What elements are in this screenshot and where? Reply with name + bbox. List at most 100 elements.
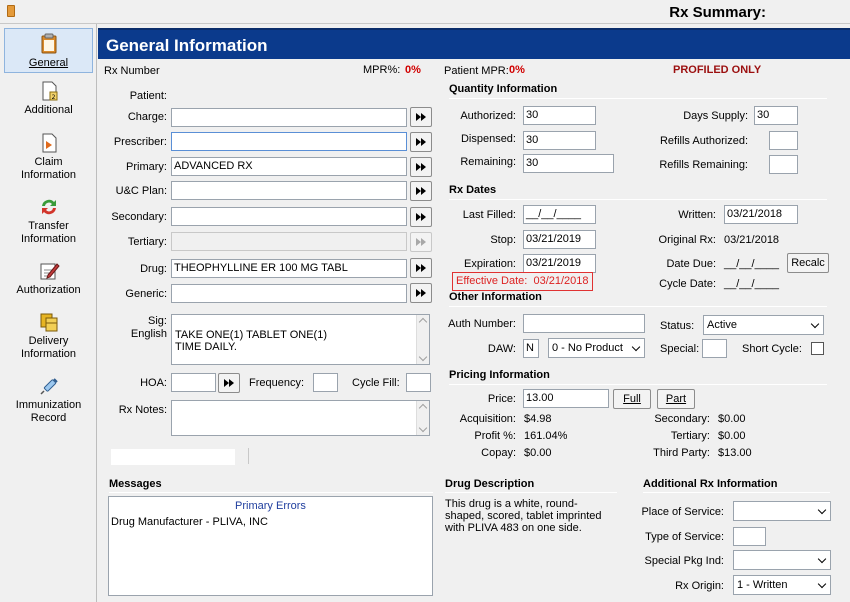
- sidebar-item-authorization[interactable]: Authorization: [4, 260, 93, 300]
- primary-input[interactable]: ADVANCED RX: [171, 157, 407, 176]
- chevron-down-icon: [810, 319, 820, 329]
- type-of-service-input[interactable]: [733, 527, 766, 546]
- refills-remaining-input[interactable]: [769, 155, 798, 174]
- third-party-value: $13.00: [718, 447, 752, 459]
- profiled-status: PROFILED ONLY: [673, 64, 762, 76]
- full-price-button[interactable]: Full: [613, 389, 651, 409]
- prescriber-input[interactable]: [171, 132, 407, 151]
- rx-notes-textarea[interactable]: [171, 400, 430, 436]
- dispensed-input[interactable]: 30: [523, 131, 596, 150]
- rx-origin-select[interactable]: 1 - Written: [733, 575, 831, 595]
- sidebar-item-delivery-information[interactable]: Delivery Information: [4, 311, 93, 363]
- effective-date-value: 03/21/2018: [533, 275, 589, 287]
- page-title: General Information: [106, 36, 268, 55]
- chevron-down-icon: [817, 554, 827, 564]
- refills-authorized-input[interactable]: [769, 131, 798, 150]
- generic-input[interactable]: [171, 284, 407, 303]
- secondary-price-value: $0.00: [718, 413, 746, 425]
- drug-description-text: This drug is a white, round-shaped, scor…: [445, 498, 602, 534]
- sidebar: General 2 Additional Claim Information T…: [0, 24, 97, 602]
- uc-plan-lookup-button[interactable]: [410, 181, 432, 201]
- rx-origin-value: 1 - Written: [737, 579, 788, 591]
- status-select[interactable]: Active: [703, 315, 824, 335]
- frequency-input[interactable]: [313, 373, 338, 392]
- rx-number-label: Rx Number: [104, 65, 160, 77]
- blank-field: [111, 449, 235, 465]
- secondary-label: Secondary:: [111, 211, 167, 223]
- drug-lookup-button[interactable]: [410, 258, 432, 278]
- days-supply-input[interactable]: 30: [754, 106, 798, 125]
- generic-label: Generic:: [125, 288, 167, 300]
- secondary-price-label: Secondary:: [654, 413, 710, 425]
- hoa-label: HOA:: [140, 377, 167, 389]
- additional-rx-title: Additional Rx Information: [643, 478, 778, 490]
- refills-remaining-label: Refills Remaining:: [659, 159, 748, 171]
- special-input[interactable]: [702, 339, 727, 358]
- patient-label: Patient:: [129, 90, 167, 102]
- uc-plan-input[interactable]: [171, 181, 407, 200]
- messages-header: Primary Errors: [235, 500, 306, 512]
- sig-textarea[interactable]: TAKE ONE(1) TABLET ONE(1) TIME DAILY.: [171, 314, 430, 365]
- special-label: Special:: [660, 343, 700, 355]
- fast-forward-icon: [421, 289, 426, 297]
- chevron-down-icon: [817, 505, 827, 515]
- price-label: Price:: [487, 393, 516, 405]
- tertiary-price-label: Tertiary:: [670, 430, 710, 442]
- hoa-input[interactable]: [171, 373, 216, 392]
- auth-number-input[interactable]: [523, 314, 645, 333]
- acquisition-value: $4.98: [524, 413, 552, 425]
- type-of-service-label: Type of Service:: [645, 531, 724, 543]
- status-value: Active: [707, 319, 737, 331]
- prescriber-lookup-button[interactable]: [410, 132, 432, 152]
- short-cycle-label: Short Cycle:: [742, 343, 802, 355]
- remaining-input[interactable]: 30: [523, 154, 614, 173]
- sig-label: Sig:: [148, 315, 167, 327]
- stop-label: Stop:: [490, 234, 516, 246]
- divider: [445, 492, 617, 493]
- sidebar-item-label: Authorization: [16, 284, 81, 296]
- hoa-lookup-button[interactable]: [218, 373, 240, 393]
- recalc-button[interactable]: Recalc: [787, 253, 829, 273]
- daw-select[interactable]: 0 - No Product: [548, 338, 645, 358]
- special-pkg-select[interactable]: [733, 550, 831, 570]
- fast-forward-icon: [229, 379, 234, 387]
- sidebar-item-label: General: [28, 57, 69, 69]
- authorized-input[interactable]: 30: [523, 106, 596, 125]
- short-cycle-checkbox[interactable]: [811, 342, 824, 355]
- cycle-fill-input[interactable]: [406, 373, 431, 392]
- messages-panel: Primary Errors Drug Manufacturer - PLIVA…: [108, 496, 433, 596]
- price-input[interactable]: 13.00: [523, 389, 609, 408]
- primary-label: Primary:: [126, 161, 167, 173]
- dispensed-label: Dispensed:: [460, 133, 516, 145]
- sidebar-item-claim-information[interactable]: Claim Information: [4, 132, 93, 184]
- divider: [248, 448, 249, 464]
- daw-label: DAW:: [487, 343, 516, 355]
- sidebar-item-label: Transfer Information: [20, 220, 77, 245]
- part-price-button[interactable]: Part: [657, 389, 695, 409]
- last-filled-input[interactable]: __/__/____: [523, 205, 596, 224]
- date-due-value: __/__/____: [724, 258, 780, 270]
- drug-input[interactable]: THEOPHYLLINE ER 100 MG TABL: [171, 259, 407, 278]
- charge-input[interactable]: [171, 108, 407, 127]
- secondary-lookup-button[interactable]: [410, 207, 432, 227]
- charge-lookup-button[interactable]: [410, 107, 432, 127]
- secondary-input[interactable]: [171, 207, 407, 226]
- sidebar-item-immunization-record[interactable]: Immunization Record: [4, 375, 93, 427]
- primary-lookup-button[interactable]: [410, 157, 432, 177]
- generic-lookup-button[interactable]: [410, 283, 432, 303]
- status-label: Status:: [660, 320, 695, 332]
- written-date-input[interactable]: 03/21/2018: [724, 205, 798, 224]
- copay-label: Copay:: [481, 447, 516, 459]
- place-of-service-select[interactable]: [733, 501, 831, 521]
- rx-notes-scrollbar[interactable]: [416, 401, 429, 435]
- stop-date-input[interactable]: 03/21/2019: [523, 230, 596, 249]
- chevron-down-icon: [631, 342, 641, 352]
- sidebar-item-general[interactable]: General: [4, 28, 93, 73]
- sidebar-item-additional[interactable]: 2 Additional: [4, 80, 93, 120]
- sidebar-item-transfer-information[interactable]: Transfer Information: [4, 196, 93, 248]
- daw-code-input[interactable]: N: [523, 339, 539, 358]
- cycle-fill-label: Cycle Fill:: [352, 377, 400, 389]
- expiration-date-input[interactable]: 03/21/2019: [523, 254, 596, 273]
- syringe-icon: [39, 378, 58, 395]
- auth-number-label: Auth Number:: [448, 318, 516, 330]
